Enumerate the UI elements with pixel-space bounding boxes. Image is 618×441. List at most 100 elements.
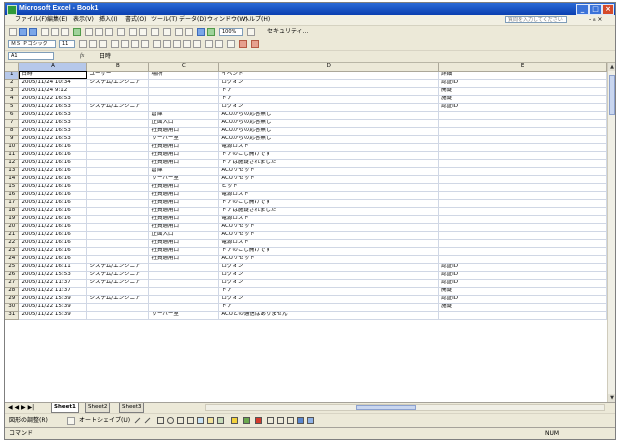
cell-a[interactable]: 2005/11/22 16:53 <box>18 95 88 104</box>
cell-a[interactable]: 2005/11/22 16:53 <box>18 127 88 136</box>
row-header[interactable]: 26 <box>5 271 20 280</box>
cell-b[interactable] <box>86 151 150 160</box>
cell-e[interactable]: 認証ID <box>438 103 607 112</box>
row-header[interactable]: 11 <box>5 151 20 160</box>
cell-d[interactable]: ACUからの応答無し <box>218 119 440 128</box>
rectangle-icon[interactable] <box>157 417 164 424</box>
cell-c[interactable]: 社員通用口 <box>148 207 220 216</box>
open-icon[interactable] <box>19 28 27 36</box>
bold-icon[interactable] <box>79 40 87 48</box>
security-button[interactable]: セキュリティ... <box>267 26 308 38</box>
cell-a[interactable]: 2005/11/22 16:16 <box>18 215 88 224</box>
cell-c[interactable] <box>148 295 220 304</box>
cell-a[interactable]: 2005/11/22 11:37 <box>18 287 88 296</box>
permission-icon[interactable] <box>41 28 49 36</box>
cell-c[interactable]: 社員通用口 <box>148 143 220 152</box>
row-header[interactable]: 25 <box>5 263 20 272</box>
cell-a[interactable]: 2005/11/22 15:39 <box>18 295 88 304</box>
row-header[interactable]: 27 <box>5 279 20 288</box>
cell-c[interactable]: 倉庫 <box>148 167 220 176</box>
fill-color-draw-icon[interactable] <box>231 417 238 424</box>
cell-e[interactable]: 施錠 <box>438 303 607 312</box>
cell-a[interactable]: 2005/11/22 15:39 <box>18 311 88 320</box>
cell-c[interactable] <box>148 271 220 280</box>
cell-c[interactable]: 社員通用口 <box>148 255 220 264</box>
cell-b[interactable] <box>86 311 150 320</box>
cell-a[interactable]: 2005/11/22 16:16 <box>18 239 88 248</box>
cell-e[interactable] <box>438 255 607 264</box>
comma-icon[interactable] <box>173 40 181 48</box>
cell-d[interactable]: ログオン <box>218 103 440 112</box>
sheet-tab-1[interactable]: Sheet1 <box>51 403 79 413</box>
cell-d[interactable]: ACUリセット <box>218 223 440 232</box>
increase-indent-icon[interactable] <box>215 40 223 48</box>
cell-d[interactable]: ドア <box>218 303 440 312</box>
percent-icon[interactable] <box>163 40 171 48</box>
row-header[interactable]: 13 <box>5 167 20 176</box>
row-header[interactable]: 8 <box>5 127 20 136</box>
fx-icon[interactable]: fx <box>80 51 84 62</box>
undo-icon[interactable] <box>129 28 137 36</box>
new-icon[interactable] <box>9 28 17 36</box>
cell-e[interactable]: 認証ID <box>438 263 607 272</box>
row-header[interactable]: 20 <box>5 223 20 232</box>
format-painter-icon[interactable] <box>117 28 125 36</box>
select-objects-icon[interactable] <box>67 417 75 425</box>
row-header[interactable]: 6 <box>5 111 20 120</box>
spreadsheet-grid[interactable]: A B C D E 1 日時 ユーザー 場所 イベント 詳細 2 2005/11/24 10:… <box>5 63 607 402</box>
cell-c[interactable]: 場所 <box>148 71 220 80</box>
hyperlink-icon[interactable] <box>151 28 159 36</box>
cell-c[interactable] <box>148 95 220 104</box>
print-icon[interactable] <box>51 28 59 36</box>
underline-icon[interactable] <box>99 40 107 48</box>
cell-c[interactable]: 社員通用口 <box>148 159 220 168</box>
cell-a[interactable]: 2005/11/22 16:16 <box>18 223 88 232</box>
column-header-a[interactable]: A <box>18 63 88 72</box>
menu-tools[interactable]: ツール(T) <box>151 15 177 25</box>
row-header[interactable]: 9 <box>5 135 20 144</box>
cell-d[interactable]: 電源ロスト <box>218 215 440 224</box>
cell-c[interactable] <box>148 79 220 88</box>
font-color-icon[interactable] <box>251 40 259 48</box>
cell-d[interactable]: ACUリセット <box>218 231 440 240</box>
autoshapes-button[interactable]: オートシェイプ(U) <box>79 414 130 427</box>
cell-c[interactable] <box>148 103 220 112</box>
cell-c[interactable]: サーバー室 <box>148 175 220 184</box>
cell-a[interactable]: 2005/11/22 16:16 <box>18 231 88 240</box>
row-header[interactable]: 30 <box>5 303 20 312</box>
cell-d[interactable]: ACUリセット <box>218 255 440 264</box>
dash-style-icon[interactable] <box>277 417 284 424</box>
cell-b[interactable] <box>86 255 150 264</box>
spelling-icon[interactable] <box>73 28 81 36</box>
cell-e[interactable]: 認証ID <box>438 295 607 304</box>
cell-b[interactable] <box>86 199 150 208</box>
cell-b[interactable] <box>86 111 150 120</box>
menu-window[interactable]: ウィンドウ(W) <box>207 15 248 25</box>
cell-a[interactable]: 2005/11/24 10:34 <box>18 79 88 88</box>
cell-d[interactable]: ACUからの応答無し <box>218 111 440 120</box>
cell-b[interactable] <box>86 303 150 312</box>
save-icon[interactable] <box>29 28 37 36</box>
cell-a[interactable]: 2005/11/22 16:16 <box>18 167 88 176</box>
name-box[interactable]: A1 <box>8 52 54 60</box>
cell-c[interactable]: 社員通用口 <box>148 151 220 160</box>
vertical-scroll-thumb[interactable] <box>609 75 615 115</box>
sheet-tab-2[interactable]: Sheet2 <box>85 403 111 413</box>
cell-e[interactable] <box>438 311 607 320</box>
cell-e[interactable]: 開錠 <box>438 287 607 296</box>
cell-a[interactable]: 2005/11/22 16:16 <box>18 143 88 152</box>
print-preview-icon[interactable] <box>61 28 69 36</box>
cell-c[interactable]: 正面入口 <box>148 231 220 240</box>
cell-b[interactable]: システム/エンジニア <box>86 103 150 112</box>
cell-e[interactable]: 詳細 <box>438 71 607 80</box>
cell-d[interactable]: ACUからの応答無し <box>218 127 440 136</box>
cell-b[interactable] <box>86 191 150 200</box>
cell-c[interactable]: 社員通用口 <box>148 239 220 248</box>
menu-help[interactable]: ヘルプ(H) <box>243 15 270 25</box>
cell-d[interactable]: ドア <box>218 87 440 96</box>
cell-c[interactable]: 倉庫 <box>148 111 220 120</box>
cell-e[interactable] <box>438 207 607 216</box>
increase-decimal-icon[interactable] <box>183 40 191 48</box>
row-header[interactable]: 7 <box>5 119 20 128</box>
paste-icon[interactable] <box>105 28 113 36</box>
